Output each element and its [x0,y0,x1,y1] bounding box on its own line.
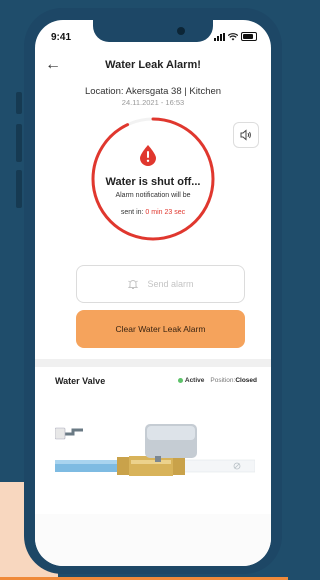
sent-in-label: sent in: [120,209,144,216]
status-icons [214,32,257,41]
phone-side-button [16,124,22,162]
phone-screen: 9:41 ← Water Leak Alarm! Location: Akers… [35,20,271,566]
valve-active-status: Active [177,377,204,384]
countdown-timer: 0 min 23 sec [145,209,186,216]
phone-notch [93,20,213,42]
speaker-icon [240,129,251,141]
sound-toggle-button[interactable] [233,122,259,148]
phone-side-button [16,92,22,114]
alarm-headline: Water is shut off... [105,176,201,188]
valve-title: Water Valve [55,376,106,386]
camera-icon [177,27,185,35]
valve-status: Active Position:Closed [177,377,257,384]
bottom-area [35,514,271,566]
location-text: Location: Akersgata 38 | Kitchen [84,86,222,97]
alert-drop-icon [140,145,156,166]
phone-side-button [16,170,22,208]
page-title: Water Leak Alarm! [105,59,201,71]
section-divider [35,359,271,367]
alarm-datetime: 24.11.2021 - 16:53 [121,98,185,107]
active-dot-icon [177,377,183,383]
valve-illustration [55,424,255,476]
alarm-countdown: sent in: 0 min 23 sec [97,209,209,216]
send-alarm-label: Send alarm [147,279,194,289]
status-time: 9:41 [51,32,72,43]
clear-alarm-button[interactable]: Clear Water Leak Alarm [76,310,245,348]
alarm-subtitle: Alarm notification will be [115,192,191,199]
valve-position: Position:Closed [210,377,257,384]
bell-icon [128,280,139,289]
send-alarm-button[interactable]: Send alarm [76,265,245,303]
signal-icon [214,32,225,41]
wifi-icon [228,32,238,40]
clear-alarm-label: Clear Water Leak Alarm [115,324,206,334]
battery-icon [241,32,257,41]
